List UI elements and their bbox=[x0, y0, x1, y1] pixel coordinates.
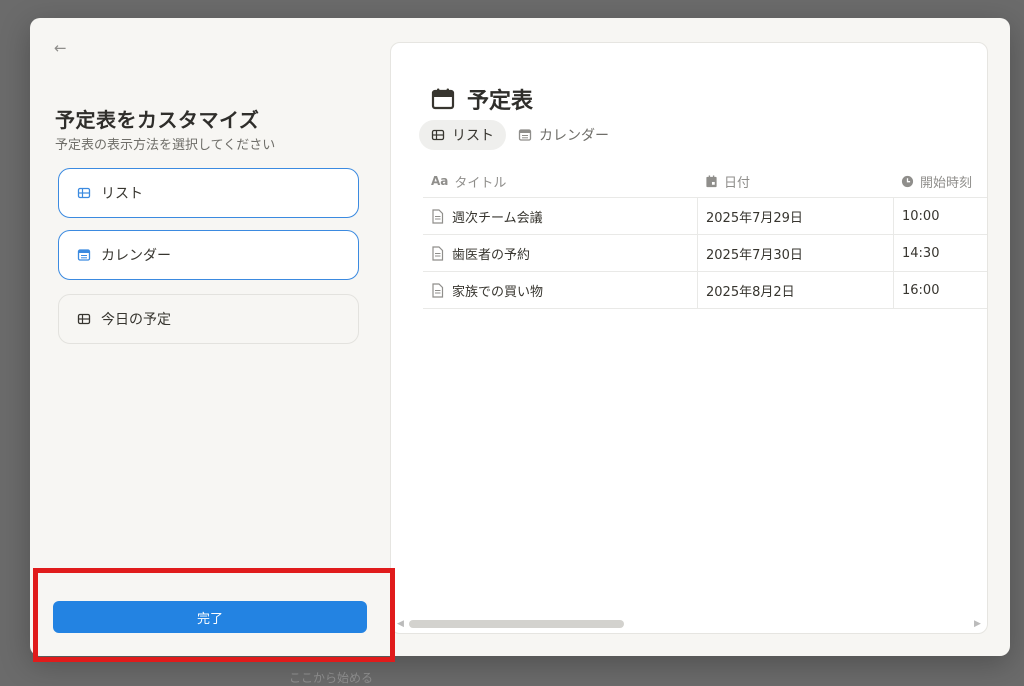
cell-date: 2025年8月2日 bbox=[697, 272, 893, 308]
footer-hint: ここから始める bbox=[289, 671, 374, 685]
tab-list[interactable]: リスト bbox=[419, 120, 506, 150]
scroll-right-arrow-icon[interactable]: ▶ bbox=[974, 619, 981, 629]
back-arrow-icon[interactable]: ← bbox=[54, 40, 67, 56]
clock-icon bbox=[901, 175, 914, 187]
cell-time: 10:00 bbox=[893, 198, 987, 234]
text-aa-icon: Aa bbox=[431, 174, 449, 188]
column-header-date[interactable]: 日付 bbox=[697, 172, 893, 191]
tab-label: リスト bbox=[452, 128, 494, 144]
calendar-icon bbox=[706, 174, 717, 187]
cell-title: 週次チーム会議 bbox=[423, 198, 697, 234]
scroll-left-arrow-icon[interactable]: ◀ bbox=[397, 619, 404, 629]
table-header: Aa タイトル 日付 開始時刻 bbox=[423, 165, 987, 198]
highlight-box bbox=[33, 568, 395, 662]
cell-time: 14:30 bbox=[893, 235, 987, 271]
column-header-time[interactable]: 開始時刻 bbox=[893, 172, 987, 191]
horizontal-scrollbar[interactable] bbox=[409, 620, 624, 628]
document-icon bbox=[432, 282, 444, 298]
table-row[interactable]: 歯医者の予約 2025年7月30日 14:30 bbox=[423, 235, 987, 272]
cell-date: 2025年7月30日 bbox=[697, 235, 893, 271]
option-label: リスト bbox=[101, 186, 143, 202]
option-label: カレンダー bbox=[101, 248, 171, 264]
table-icon bbox=[77, 313, 91, 325]
column-label: 日付 bbox=[724, 175, 751, 191]
tab-calendar[interactable]: カレンダー bbox=[506, 120, 621, 150]
calendar-icon bbox=[518, 129, 532, 141]
column-label: 開始時刻 bbox=[920, 175, 973, 191]
row-title: 歯医者の予約 bbox=[452, 247, 531, 263]
calendar-icon bbox=[77, 249, 91, 261]
table-icon bbox=[431, 129, 445, 141]
table-row[interactable]: 家族での買い物 2025年8月2日 16:00 bbox=[423, 272, 987, 309]
schedule-table: Aa タイトル 日付 開始時刻 週次チーム会議 2025年7月29日 10:00… bbox=[423, 165, 987, 309]
page-title: 予定表をカスタマイズ bbox=[55, 108, 260, 132]
cell-title: 家族での買い物 bbox=[423, 272, 697, 308]
cell-time: 16:00 bbox=[893, 272, 987, 308]
option-today[interactable]: 今日の予定 bbox=[58, 294, 359, 344]
preview-title-text: 予定表 bbox=[467, 89, 534, 114]
option-list[interactable]: リスト bbox=[58, 168, 359, 218]
tab-label: カレンダー bbox=[539, 128, 609, 144]
table-row[interactable]: 週次チーム会議 2025年7月29日 10:00 bbox=[423, 198, 987, 235]
row-title: 家族での買い物 bbox=[452, 284, 544, 300]
preview-panel: 予定表 リスト カレンダー Aa タイトル 日付 開始時刻 週次チーム会議 20… bbox=[390, 42, 988, 634]
preview-title: 予定表 bbox=[431, 83, 533, 115]
document-icon bbox=[432, 208, 444, 224]
customize-modal: ← 予定表をカスタマイズ 予定表の表示方法を選択してください リスト カレンダー… bbox=[30, 18, 1010, 656]
option-label: 今日の予定 bbox=[101, 312, 171, 328]
row-title: 週次チーム会議 bbox=[452, 210, 543, 226]
column-header-title[interactable]: Aa タイトル bbox=[423, 172, 697, 191]
page-subtitle: 予定表の表示方法を選択してください bbox=[55, 138, 276, 153]
calendar-icon bbox=[431, 88, 455, 110]
cell-date: 2025年7月29日 bbox=[697, 198, 893, 234]
column-label: タイトル bbox=[454, 175, 507, 191]
option-calendar[interactable]: カレンダー bbox=[58, 230, 359, 280]
cell-title: 歯医者の予約 bbox=[423, 235, 697, 271]
table-icon bbox=[77, 187, 91, 199]
view-tabs: リスト カレンダー bbox=[419, 120, 621, 150]
document-icon bbox=[432, 245, 444, 261]
